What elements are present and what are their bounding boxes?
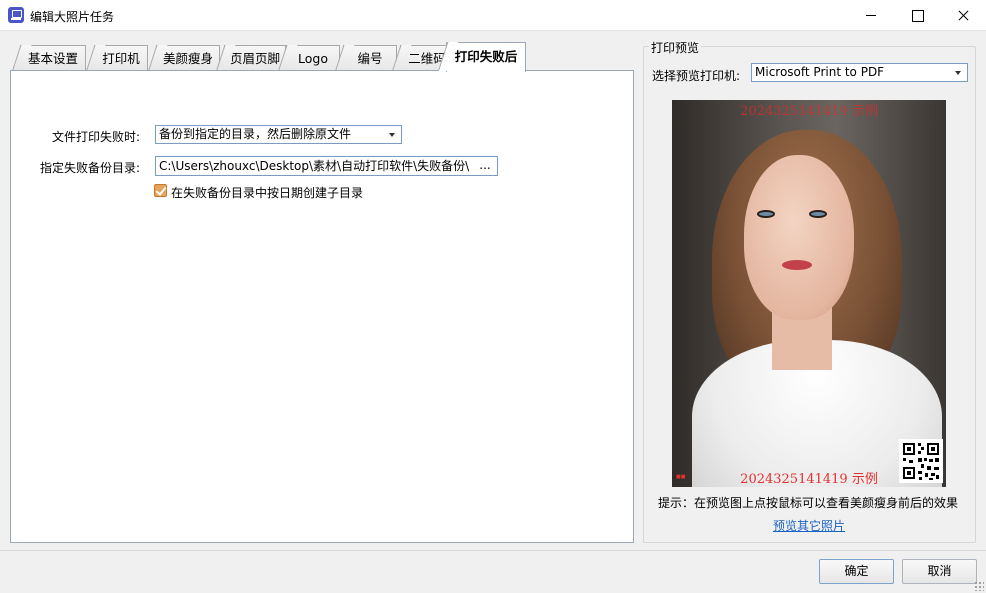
preview-other-photos-link[interactable]: 预览其它照片 [773,517,845,534]
resize-grip-icon[interactable] [974,581,984,591]
print-preview-title: 打印预览 [649,39,702,56]
tab-printer[interactable]: 打印机 [94,45,148,72]
tab-after-failure[interactable]: 打印失败后 [446,42,526,72]
photo-eye-left [757,210,775,218]
preview-image[interactable]: 2024325141419 示例 2024325141419 示例 ■■ [672,100,946,487]
photo-lips [782,260,812,270]
chevron-down-icon [955,71,961,75]
backup-dir-label: 指定失败备份目录: [39,161,140,175]
preview-printer-dropdown[interactable]: Microsoft Print to PDF [751,63,968,82]
subdir-checkbox[interactable] [154,184,167,197]
watermark-top: 2024325141419 示例 [740,104,878,119]
tab-beauty[interactable]: 美颜瘦身 [156,45,220,72]
subdir-checkbox-label[interactable]: 在失败备份目录中按日期创建子目录 [171,184,363,201]
failure-action-label: 文件打印失败时: [51,130,140,144]
preview-printer-value: Microsoft Print to PDF [755,65,885,79]
chevron-down-icon [389,133,395,137]
backup-dir-input[interactable]: C:\Users\zhouxc\Desktop\素材\自动打印软件\失败备份\ … [155,156,498,176]
failure-action-value: 备份到指定的目录，然后删除原文件 [159,127,352,141]
cancel-button[interactable]: 取消 [902,559,977,584]
app-printer-icon [8,7,24,23]
tab-numbering[interactable]: 编号 [343,45,397,72]
tab-logo[interactable]: Logo [286,45,340,72]
tab-header-footer[interactable]: 页眉页脚 [224,45,286,72]
photo-face [744,155,854,320]
ok-button[interactable]: 确定 [819,559,894,584]
preview-hint: 提示：在预览图上点按鼠标可以查看美颜瘦身前后的效果 [658,496,959,510]
qrcode-icon [899,439,943,483]
photo-eye-right [809,210,827,218]
maximize-icon[interactable] [894,0,940,30]
minimize-icon[interactable] [848,0,894,30]
window-title: 编辑大照片任务 [30,10,115,24]
backup-dir-value: C:\Users\zhouxc\Desktop\素材\自动打印软件\失败备份\ [159,159,470,173]
failure-action-dropdown[interactable]: 备份到指定的目录，然后删除原文件 [155,125,402,144]
close-icon[interactable] [940,0,986,30]
preview-printer-label: 选择预览打印机: [652,69,741,83]
browse-button[interactable]: ... [476,157,494,175]
title-bar: 编辑大照片任务 [0,0,986,31]
logo-mark-icon: ■■ [676,474,686,480]
tab-basic-settings[interactable]: 基本设置 [20,45,86,72]
